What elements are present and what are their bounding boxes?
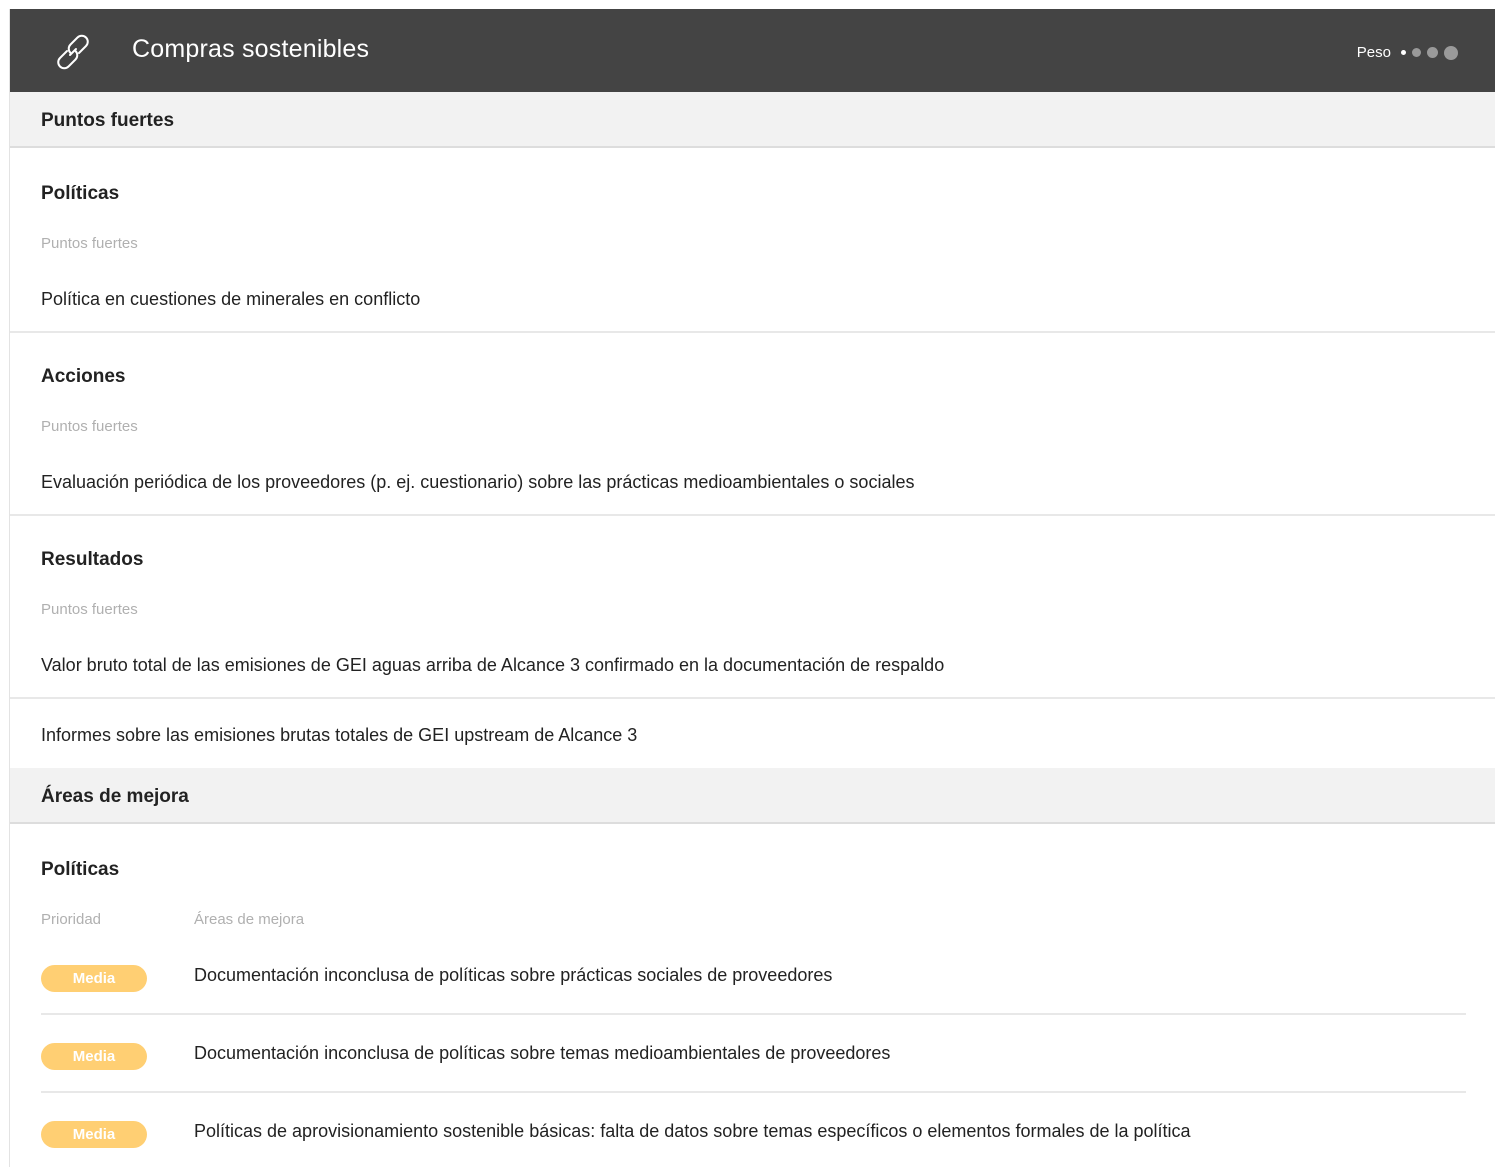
column-label: Puntos fuertes (41, 235, 138, 252)
improvement-item: Documentación inconclusa de políticas so… (194, 965, 833, 985)
weight-dot-icon (1427, 47, 1438, 58)
group-title: Políticas (41, 859, 120, 880)
group-title: Resultados (41, 549, 144, 570)
priority-badge: Media (41, 1121, 147, 1148)
weight-dot-icon (1401, 50, 1406, 55)
group-title: Acciones (41, 366, 126, 387)
weight-indicator: Peso (1357, 44, 1458, 61)
divider (41, 1091, 1466, 1093)
priority-badge: Media (41, 1043, 147, 1070)
page-title: Compras sostenibles (132, 35, 370, 63)
panel-header: Compras sostenibles Peso (10, 9, 1495, 92)
weight-label: Peso (1356, 44, 1391, 61)
section-title: Puntos fuertes (41, 110, 175, 131)
divider (10, 331, 1495, 333)
improvements-section-header: Áreas de mejora (10, 768, 1495, 824)
divider (10, 697, 1495, 699)
column-label: Puntos fuertes (41, 601, 138, 618)
divider (41, 1013, 1466, 1015)
sustainable-procurement-panel: Compras sostenibles Peso Puntos fuertes … (9, 9, 1495, 1167)
priority-column-label: Prioridad (41, 911, 102, 928)
improvement-item: Políticas de aprovisionamiento sostenibl… (194, 1121, 1191, 1141)
link-icon (57, 34, 89, 70)
strength-item: Política en cuestiones de minerales en c… (41, 289, 421, 309)
group-title: Políticas (41, 183, 120, 204)
section-title: Áreas de mejora (41, 786, 189, 807)
strength-item: Informes sobre las emisiones brutas tota… (41, 725, 638, 745)
area-column-label: Áreas de mejora (194, 911, 305, 928)
strengths-section-header: Puntos fuertes (10, 92, 1495, 148)
strength-item: Valor bruto total de las emisiones de GE… (41, 655, 945, 675)
weight-dot-icon (1444, 45, 1458, 60)
weight-dot-icon (1412, 48, 1421, 57)
priority-badge: Media (41, 965, 147, 992)
column-label: Puntos fuertes (41, 418, 138, 435)
improvement-item: Documentación inconclusa de políticas so… (194, 1043, 891, 1063)
strength-item: Evaluación periódica de los proveedores … (41, 472, 915, 492)
divider (10, 514, 1495, 516)
